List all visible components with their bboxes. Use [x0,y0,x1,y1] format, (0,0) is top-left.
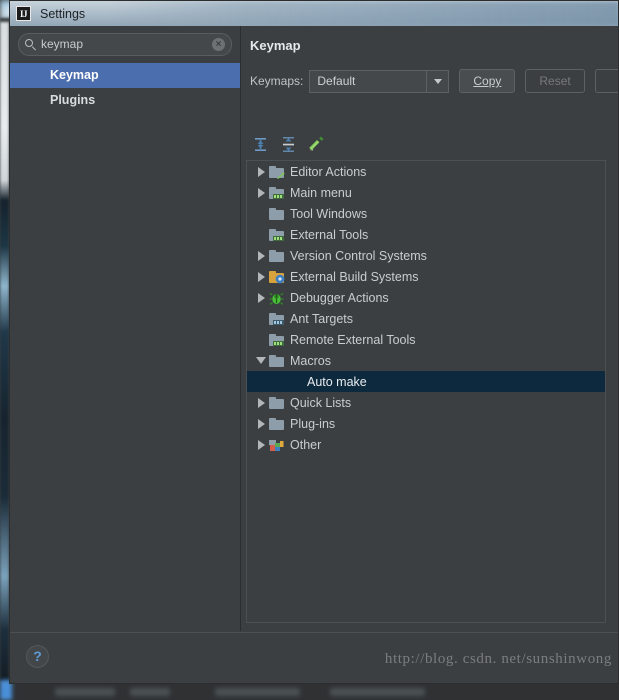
background-status-text [330,688,425,696]
tree-row[interactable]: Other [247,434,605,455]
edit-shortcut-icon[interactable] [308,136,325,153]
tree-row-label: Quick Lists [290,395,352,410]
help-icon[interactable]: ? [26,645,49,668]
folder-icon [269,207,284,220]
expand-arrow-icon[interactable] [253,271,269,282]
tree-row-label: Version Control Systems [290,248,427,263]
titlebar-fade-overlay [110,1,618,26]
search-box[interactable]: keymap × [18,33,232,56]
dialog-body: keymap × Keymap Plugins Keymap Keymaps: … [10,26,618,631]
expand-arrow-icon[interactable] [253,250,269,261]
expand-arrow-icon[interactable] [253,439,269,450]
folder-menu-icon [269,333,284,346]
keymap-content-panel: Keymap Keymaps: Default Copy Reset D [241,26,618,631]
collapse-all-icon[interactable] [280,136,297,153]
background-left-strip [0,22,9,682]
folder-menu-icon [269,228,284,241]
folder-edit-icon [269,165,285,179]
tree-row-label: External Tools [290,227,369,242]
tree-row-label: Ant Targets [290,311,354,326]
chevron-down-icon[interactable] [426,70,448,92]
watermark-text: http://blog. csdn. net/sunshinwong [384,651,612,667]
keymap-select[interactable]: Default [309,69,450,93]
clear-search-icon[interactable]: × [212,38,225,51]
collapse-arrow-icon[interactable] [253,357,269,364]
background-status-text [55,688,115,696]
expand-arrow-icon[interactable] [253,187,269,198]
tree-row[interactable]: Version Control Systems [247,245,605,266]
tree-row-label: Macros [290,353,331,368]
keymaps-label: Keymaps: [250,74,304,88]
background-status-text [215,688,300,696]
settings-dialog: IJ Settings keymap × Keymap Plugins Keym… [9,0,619,684]
settings-sidebar: keymap × Keymap Plugins [10,26,241,631]
keymap-selector-row: Keymaps: Default Copy Reset D [250,69,618,93]
search-input[interactable]: keymap [41,34,212,55]
tree-row[interactable]: Plug-ins [247,413,605,434]
tree-row-label: Plug-ins [290,416,336,431]
expand-arrow-icon[interactable] [253,418,269,429]
tree-row-label: Auto make [307,374,367,389]
tree-row-label: Editor Actions [290,164,367,179]
sidebar-item-plugins[interactable]: Plugins [10,88,240,113]
sidebar-list: Keymap Plugins [10,63,240,113]
folder-icon [269,396,284,409]
folder-gear-icon [269,270,285,283]
tree-row[interactable]: Editor Actions [247,161,605,182]
tree-row[interactable]: Debugger Actions [247,287,605,308]
folder-menu-icon [269,312,284,325]
reset-button: Reset [525,69,585,93]
tree-row-label: Other [290,437,322,452]
page-title: Keymap [250,38,301,53]
tree-row-label: Tool Windows [290,206,368,221]
folder-icon [269,354,284,367]
sidebar-item-keymap[interactable]: Keymap [10,63,240,88]
copy-button[interactable]: Copy [459,69,516,93]
dialog-title: Settings [40,6,86,21]
folder-icon [269,249,284,262]
tree-row[interactable]: Macros [247,350,605,371]
dialog-footer: ? http://blog. csdn. net/sunshinwong [10,632,618,683]
expand-arrow-icon[interactable] [253,397,269,408]
tree-row-label: Debugger Actions [290,290,389,305]
folder-menu-icon [269,186,284,199]
actions-tree[interactable]: Editor Actions Main menu Tool Windows Ex… [246,160,606,623]
expand-arrow-icon[interactable] [253,166,269,177]
tree-row[interactable]: Remote External Tools [247,329,605,350]
tree-row[interactable]: Main menu [247,182,605,203]
tree-row-auto-make[interactable]: Auto make [247,371,605,392]
tree-row[interactable]: Quick Lists [247,392,605,413]
tree-row[interactable]: Tool Windows [247,203,605,224]
intellij-logo-icon: IJ [16,6,31,21]
tree-row-label: Remote External Tools [290,332,416,347]
folder-color-icon [269,439,284,451]
folder-icon [269,417,284,430]
background-status-text [130,688,170,696]
keymap-toolbar [252,136,325,153]
bug-icon [269,292,284,305]
tree-row-label: Main menu [290,185,352,200]
tree-row[interactable]: External Build Systems [247,266,605,287]
tree-row-label: External Build Systems [290,269,419,284]
expand-all-icon[interactable] [252,136,269,153]
keymap-select-value: Default [317,74,356,88]
tree-row[interactable]: External Tools [247,224,605,245]
expand-arrow-icon[interactable] [253,292,269,303]
dialog-titlebar[interactable]: IJ Settings [10,1,618,26]
search-icon [25,38,37,51]
delete-button: D [594,69,618,93]
tree-row[interactable]: Ant Targets [247,308,605,329]
